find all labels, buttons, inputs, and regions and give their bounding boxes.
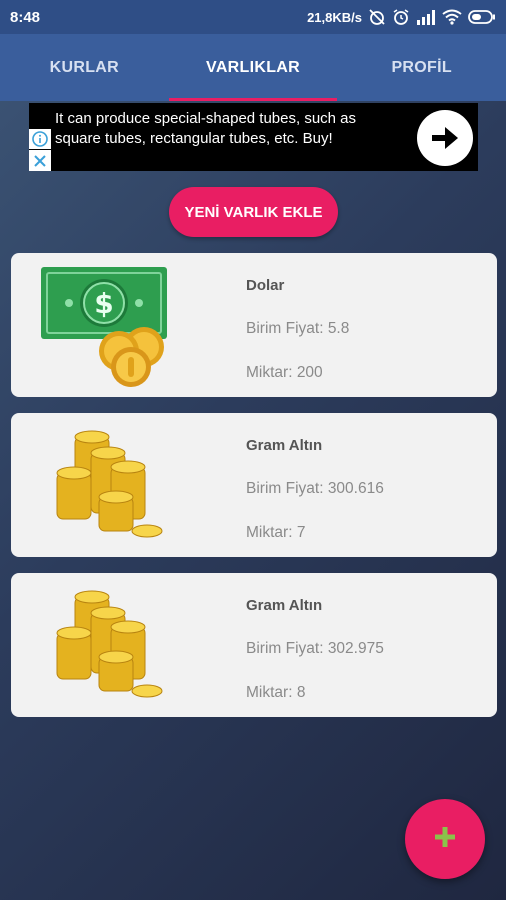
unit-price-label: Birim Fiyat: <box>246 640 324 657</box>
asset-card[interactable]: Gram Altın Birim Fiyat: 300.616 Miktar: … <box>11 413 497 557</box>
plus-icon <box>434 826 456 853</box>
tab-varliklar[interactable]: VARLIKLAR <box>168 34 338 101</box>
add-asset-button[interactable]: YENİ VARLIK EKLE <box>169 187 338 237</box>
gold-coins-icon <box>39 423 173 547</box>
quantity-value: 200 <box>296 364 323 381</box>
quantity-value: 7 <box>296 524 306 541</box>
quantity-value: 8 <box>296 684 306 701</box>
asset-name: Gram Altın <box>246 597 323 614</box>
tab-kurlar[interactable]: KURLAR <box>0 34 169 101</box>
asset-quantity: Miktar: 200 <box>246 364 323 382</box>
status-time: 8:48 <box>10 8 41 26</box>
dollar-cash-icon: $ <box>39 263 173 387</box>
ad-banner[interactable]: It can produce special-shaped tubes, suc… <box>29 103 478 171</box>
network-speed: 21,8KB/s <box>307 9 362 25</box>
asset-quantity: Miktar: 8 <box>246 684 305 702</box>
asset-card[interactable]: Gram Altın Birim Fiyat: 302.975 Miktar: … <box>11 573 497 717</box>
alarm-icon <box>392 8 410 26</box>
unit-price-label: Birim Fiyat: <box>246 320 324 337</box>
unit-price-value: 302.975 <box>327 640 384 657</box>
asset-card[interactable]: $ Dolar Birim Fiyat: 5.8 Miktar: 200 <box>11 253 497 397</box>
quantity-label: Miktar: <box>246 364 293 381</box>
asset-name: Gram Altın <box>246 437 323 454</box>
quantity-label: Miktar: <box>246 524 293 541</box>
asset-unit-price: Birim Fiyat: 300.616 <box>246 480 384 498</box>
tab-bar: KURLAR VARLIKLAR PROFİL <box>0 34 506 101</box>
ad-text[interactable]: It can produce special-shaped tubes, suc… <box>55 109 385 149</box>
asset-unit-price: Birim Fiyat: 5.8 <box>246 320 349 338</box>
wifi-icon <box>442 9 462 25</box>
tab-profil[interactable]: PROFİL <box>337 34 506 101</box>
alarm-off-icon <box>368 8 386 26</box>
quantity-label: Miktar: <box>246 684 293 701</box>
info-icon[interactable] <box>29 129 51 149</box>
unit-price-value: 5.8 <box>327 320 350 337</box>
close-icon[interactable] <box>29 150 51 171</box>
gold-coins-icon <box>39 583 173 707</box>
asset-unit-price: Birim Fiyat: 302.975 <box>246 640 384 658</box>
svg-text:$: $ <box>94 287 113 320</box>
asset-name: Dolar <box>246 277 285 294</box>
unit-price-value: 300.616 <box>327 480 384 497</box>
arrow-right-icon[interactable] <box>417 110 473 166</box>
status-icons: 21,8KB/s <box>307 8 496 26</box>
unit-price-label: Birim Fiyat: <box>246 480 324 497</box>
asset-quantity: Miktar: 7 <box>246 524 305 542</box>
status-bar: 8:48 21,8KB/s <box>0 0 506 34</box>
add-fab-button[interactable] <box>405 799 485 879</box>
signal-icon <box>416 9 436 25</box>
battery-icon <box>468 10 496 24</box>
